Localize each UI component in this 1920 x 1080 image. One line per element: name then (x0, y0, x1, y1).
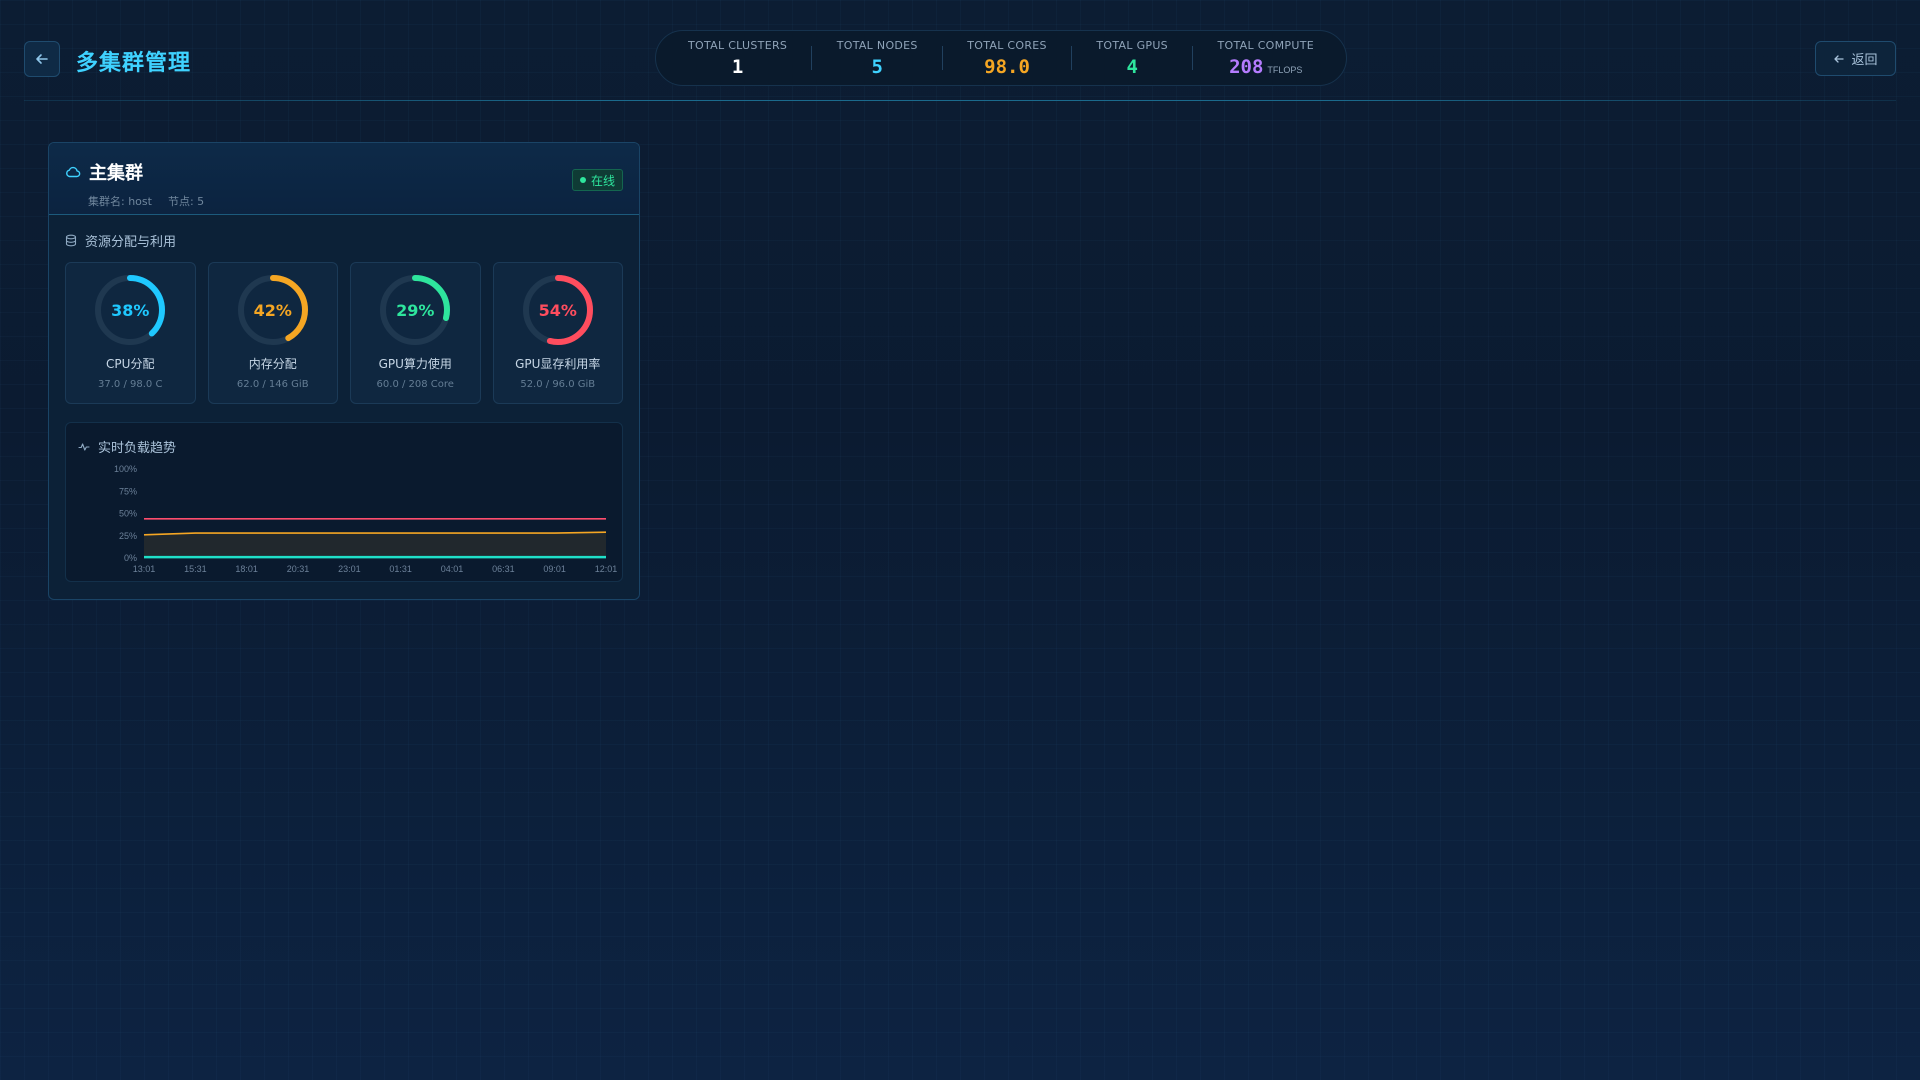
gauge-memory: 42% 内存分配 62.0 / 146 GiB (207, 262, 338, 404)
x-tick-label: 09:01 (543, 564, 566, 574)
y-tick-label: 25% (119, 531, 137, 541)
gauge-label: GPU显存利用率 (515, 357, 601, 371)
gauge-detail: 52.0 / 96.0 GiB (520, 379, 596, 390)
stat-unit: TFLOPS (1267, 64, 1303, 75)
gauge-percent: 38% (111, 300, 150, 320)
trend-title: 实时负载趋势 (98, 441, 177, 456)
cluster-id: 集群名: host (88, 195, 152, 208)
gauge-gpu-memory: 54% GPU显存利用率 52.0 / 96.0 GiB (492, 262, 623, 404)
x-tick-label: 15:31 (184, 564, 207, 574)
gauge-label: GPU算力使用 (378, 357, 452, 371)
gauge-cpu: 38% CPU分配 37.0 / 98.0 C (65, 262, 196, 404)
cloud-icon (66, 166, 81, 178)
gauge-ring: 42% (237, 274, 309, 346)
stat-value: 208 TFLOPS (1229, 56, 1302, 78)
x-tick-label: 06:31 (492, 564, 515, 574)
arrow-left-icon (1834, 54, 1845, 63)
gauge-label: 内存分配 (248, 357, 297, 371)
cluster-card[interactable]: 主集群 集群名: host 节点: 5 在线 资源分配与利用 38% CPU分配… (48, 142, 640, 600)
stat-label: TOTAL GPUS (1096, 38, 1168, 52)
gauge-percent: 42% (253, 300, 292, 320)
cluster-meta: 集群名: host 节点: 5 (88, 193, 623, 209)
x-tick-label: 01:31 (389, 564, 412, 574)
divider (811, 46, 813, 70)
page-title: 多集群管理 (76, 51, 192, 76)
divider (1192, 46, 1194, 70)
header-divider (24, 100, 1896, 101)
stat-value: 98.0 (984, 55, 1030, 78)
cluster-name: 主集群 (89, 163, 143, 184)
trend-header: 实时负载趋势 (78, 437, 622, 456)
stat-label: TOTAL CORES (967, 38, 1047, 52)
stat-total-clusters: TOTAL CLUSTERS 1 (678, 39, 797, 78)
gauge-ring: 38% (94, 274, 166, 346)
x-tick-label: 04:01 (441, 564, 464, 574)
gauge-detail: 62.0 / 146 GiB (236, 379, 309, 390)
trend-panel: 100% 75% 50% 25% 0% 13:01 15:31 18:01 20:31 23:01… (65, 422, 623, 582)
status-badge: 在线 (571, 169, 623, 191)
database-icon (65, 234, 77, 247)
return-label: 返回 (1851, 53, 1878, 68)
activity-icon (78, 442, 90, 451)
summary-stats-bar: TOTAL CLUSTERS 1 TOTAL NODES 5 TOTAL COR… (655, 30, 1347, 86)
cluster-title: 主集群 (65, 159, 623, 185)
x-tick-label: 20:31 (287, 564, 310, 574)
stat-label: TOTAL NODES (836, 38, 918, 52)
y-tick-label: 50% (119, 509, 137, 519)
gauge-gpu-compute: 29% GPU算力使用 60.0 / 208 Core (350, 262, 481, 404)
divider (941, 46, 943, 70)
gauge-ring: 54% (522, 274, 594, 346)
status-dot-icon (579, 177, 586, 183)
x-tick-label: 23:01 (338, 564, 361, 574)
x-tick-label: 18:01 (235, 564, 258, 574)
stat-value: 5 (871, 55, 883, 78)
y-tick-label: 0% (124, 553, 137, 563)
stat-value: 4 (1126, 55, 1138, 78)
status-text: 在线 (590, 173, 615, 188)
return-button[interactable]: 返回 (1815, 41, 1896, 76)
x-tick-label: 13:01 (133, 564, 156, 574)
gauge-percent: 54% (538, 300, 577, 320)
stat-label: TOTAL COMPUTE (1217, 38, 1314, 52)
stat-number: 208 (1229, 55, 1264, 78)
stat-total-compute: TOTAL COMPUTE 208 TFLOPS (1208, 39, 1324, 78)
header: 多集群管理 TOTAL CLUSTERS 1 TOTAL NODES 5 TOT… (0, 0, 1920, 102)
stat-total-nodes: TOTAL NODES 5 (827, 39, 928, 78)
stat-label: TOTAL CLUSTERS (688, 38, 788, 52)
gauge-label: CPU分配 (106, 357, 155, 371)
gauge-ring: 29% (379, 274, 451, 346)
x-tick-label: 12:01 (595, 564, 618, 574)
y-tick-label: 100% (114, 464, 137, 474)
arrow-left-icon (36, 54, 48, 64)
resources-section-header: 资源分配与利用 (65, 231, 639, 250)
back-button[interactable] (24, 41, 60, 77)
resources-title: 资源分配与利用 (85, 235, 177, 250)
resource-gauges: 38% CPU分配 37.0 / 98.0 C 42% 内存分配 62.0 / … (65, 262, 623, 404)
gauge-percent: 29% (396, 300, 435, 320)
stat-total-cores: TOTAL CORES 98.0 (957, 39, 1057, 78)
cluster-node-count: 节点: 5 (167, 195, 205, 208)
gauge-detail: 37.0 / 98.0 C (98, 379, 163, 390)
cluster-card-header: 主集群 集群名: host 节点: 5 在线 (49, 143, 639, 215)
series-area (144, 532, 606, 558)
gauge-detail: 60.0 / 208 Core (376, 379, 454, 390)
divider (1071, 46, 1073, 70)
stat-total-gpus: TOTAL GPUS 4 (1086, 39, 1178, 78)
stat-value: 1 (731, 55, 744, 78)
y-tick-label: 75% (119, 486, 137, 496)
